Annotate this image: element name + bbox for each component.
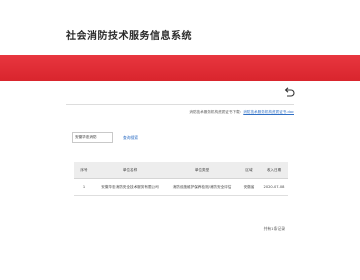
cell-index: 1 [74, 178, 94, 196]
cell-type: 消防设施维护保养检测/消防安全评估 [166, 178, 238, 196]
results-table: 序号 单位名称 单位类型 区域 收入日期 1 安徽华忠消防安全技术服务有限公司 … [74, 162, 288, 196]
red-banner [0, 55, 360, 81]
table-row[interactable]: 1 安徽华忠消防安全技术服务有限公司 消防设施维护保养检测/消防安全评估 安徽省… [74, 178, 288, 196]
table-header-row: 序号 单位名称 单位类型 区域 收入日期 [74, 162, 288, 179]
cell-name[interactable]: 安徽华忠消防安全技术服务有限公司 [94, 178, 166, 196]
col-header-name: 单位名称 [94, 162, 166, 179]
col-header-index: 序号 [74, 162, 94, 179]
page: 社会消防技术服务信息系统 消防技术服务机构资质证书下载：消防技术服务机构资质证书… [0, 0, 360, 280]
header: 社会消防技术服务信息系统 [0, 0, 360, 55]
cell-date: 2020-07-08 [260, 178, 288, 196]
divider [66, 104, 294, 105]
certificate-download-link[interactable]: 消防技术服务机构资质证书.doc [243, 110, 294, 114]
cell-region: 安徽省 [238, 178, 260, 196]
col-header-region: 区域 [238, 162, 260, 179]
search-button[interactable]: 查询搜索 [123, 135, 138, 141]
record-count: 共有1条记录 [263, 226, 285, 231]
download-label: 消防技术服务机构资质证书下载： [189, 110, 244, 114]
site-title: 社会消防技术服务信息系统 [66, 31, 192, 42]
search-input[interactable] [72, 132, 113, 143]
download-line: 消防技术服务机构资质证书下载：消防技术服务机构资质证书.doc [189, 110, 294, 115]
return-arrow-icon[interactable] [283, 86, 295, 98]
col-header-date: 收入日期 [260, 162, 288, 179]
col-header-type: 单位类型 [166, 162, 238, 179]
